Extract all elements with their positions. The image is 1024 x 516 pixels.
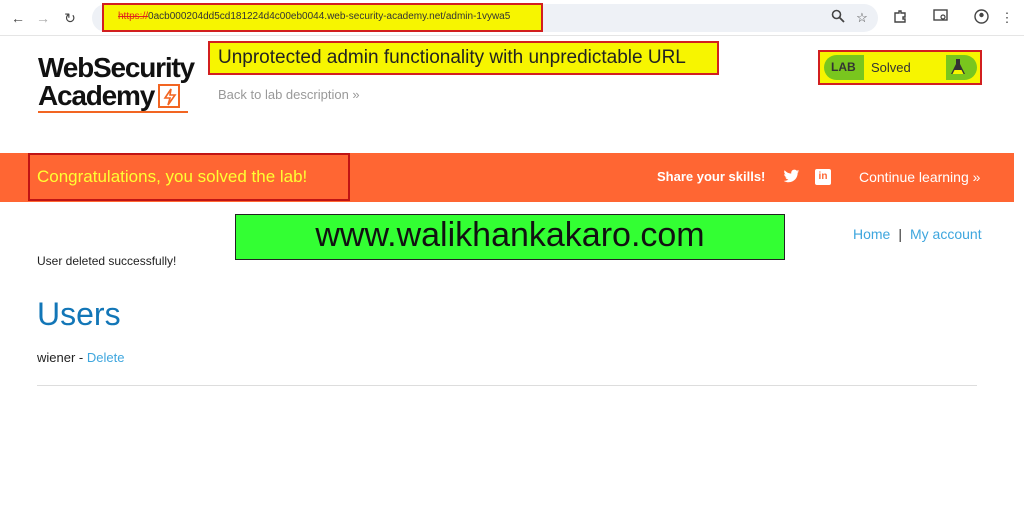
delete-user-link[interactable]: Delete bbox=[87, 350, 125, 365]
continue-learning-link[interactable]: Continue learning » bbox=[859, 169, 980, 185]
url-text[interactable]: https://0acb000204dd5cd181224d4c00eb0044… bbox=[118, 11, 510, 22]
url-host-path: 0acb000204dd5cd181224d4c00eb0044.web-sec… bbox=[148, 11, 511, 22]
user-row-separator: - bbox=[75, 350, 87, 365]
menu-dots-icon[interactable]: ⋮ bbox=[998, 9, 1016, 27]
twitter-icon[interactable] bbox=[783, 169, 800, 184]
continue-learning-label: Continue learning bbox=[859, 169, 969, 185]
forward-arrow-icon[interactable]: → bbox=[33, 8, 53, 28]
share-your-skills-label: Share your skills! bbox=[657, 169, 766, 184]
flask-icon bbox=[948, 57, 968, 77]
double-chevron-right-icon: » bbox=[352, 87, 360, 102]
page-content: WebSecurity Academy Unprotected admin fu… bbox=[0, 36, 1024, 516]
watermark-text: www.walikhankakaro.com bbox=[315, 216, 705, 254]
divider bbox=[37, 385, 977, 386]
logo-underline bbox=[38, 111, 188, 113]
status-message: User deleted successfully! bbox=[37, 254, 177, 268]
nav-separator: | bbox=[898, 226, 902, 242]
extensions-icon[interactable] bbox=[891, 9, 909, 27]
reload-icon[interactable]: ↻ bbox=[60, 8, 80, 28]
linkedin-icon[interactable]: in bbox=[815, 169, 831, 185]
back-to-lab-description-link[interactable]: Back to lab description » bbox=[218, 87, 360, 102]
lab-status-value: Solved bbox=[871, 60, 911, 75]
username: wiener bbox=[37, 350, 76, 365]
logo-text-academy: Academy bbox=[38, 80, 155, 111]
top-navigation: Home | My account bbox=[853, 226, 982, 242]
star-icon[interactable]: ☆ bbox=[853, 9, 871, 27]
url-scheme: https:// bbox=[118, 11, 149, 22]
cast-icon[interactable] bbox=[931, 9, 949, 27]
page-title: Users bbox=[37, 296, 121, 332]
zoom-icon[interactable] bbox=[829, 9, 847, 27]
profile-icon[interactable] bbox=[972, 9, 990, 27]
logo-text-line1: WebSecurity bbox=[38, 52, 195, 83]
user-row: wiener - Delete bbox=[37, 350, 124, 365]
web-security-academy-logo[interactable]: WebSecurity Academy bbox=[38, 54, 208, 113]
double-chevron-right-icon: » bbox=[972, 169, 981, 185]
back-arrow-icon[interactable]: ← bbox=[8, 8, 28, 28]
congrats-message: Congratulations, you solved the lab! bbox=[37, 167, 308, 186]
my-account-link[interactable]: My account bbox=[910, 226, 982, 242]
lightning-bolt-icon bbox=[158, 84, 181, 108]
logo-text-line2: Academy bbox=[38, 82, 208, 110]
lab-status-label: LAB bbox=[831, 60, 856, 74]
browser-toolbar: ← → ↻ https://0acb000204dd5cd181224d4c00… bbox=[0, 0, 1024, 36]
back-link-label: Back to lab description bbox=[218, 87, 349, 102]
home-link[interactable]: Home bbox=[853, 226, 890, 242]
lab-title: Unprotected admin functionality with unp… bbox=[218, 47, 686, 68]
